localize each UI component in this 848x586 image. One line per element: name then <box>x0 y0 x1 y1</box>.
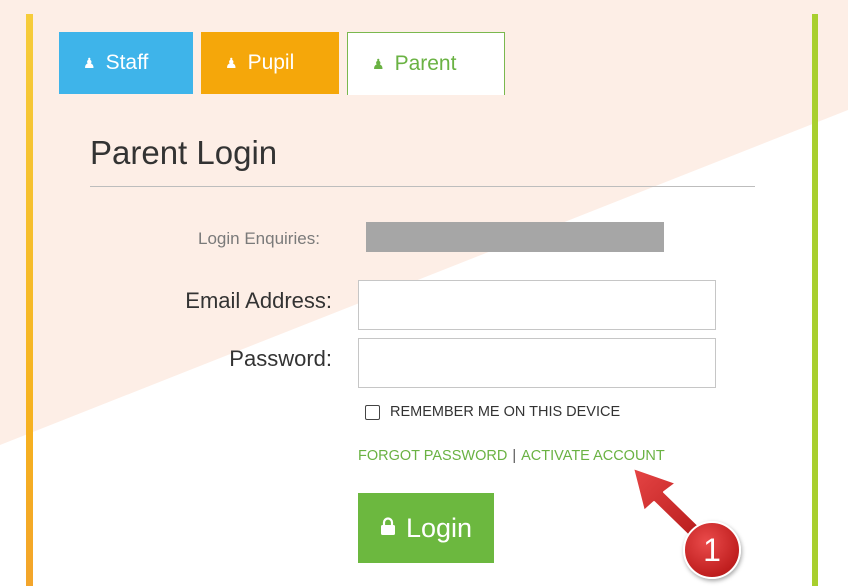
annotation-badge: 1 <box>683 521 741 579</box>
annotation-arrow <box>632 467 701 538</box>
